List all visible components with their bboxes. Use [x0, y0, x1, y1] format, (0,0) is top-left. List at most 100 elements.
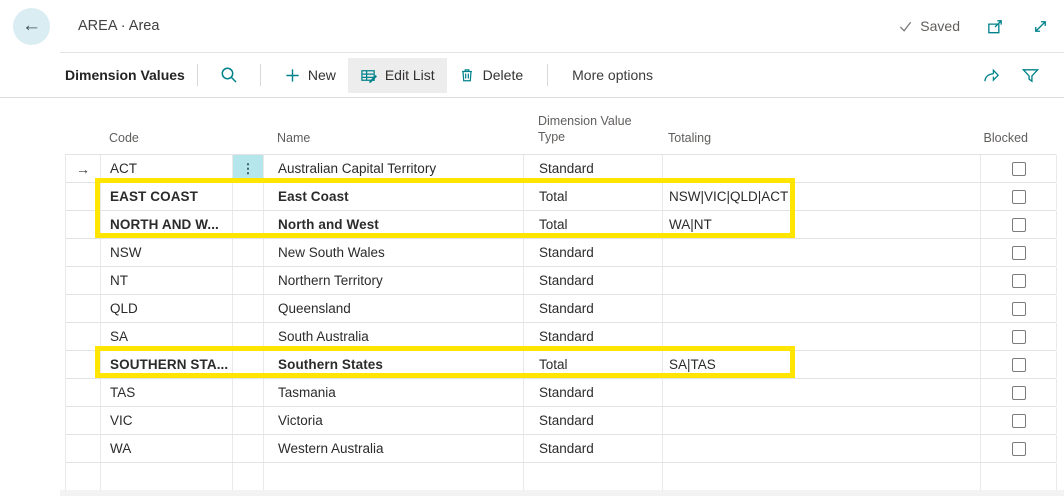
cell-name[interactable]: New South Wales [264, 239, 524, 266]
row-selector-cell[interactable] [66, 267, 101, 294]
row-selector-cell[interactable] [66, 379, 101, 406]
search-button[interactable] [210, 60, 248, 90]
more-options-button[interactable]: More options [560, 58, 665, 92]
cell-totaling[interactable] [663, 323, 981, 350]
cell-totaling[interactable] [663, 379, 981, 406]
cell-code[interactable] [101, 463, 233, 490]
row-selector-cell[interactable]: → [66, 155, 101, 182]
cell-dimension-value-type[interactable]: Standard [524, 295, 663, 322]
table-row[interactable]: NT Northern Territory Standard [66, 267, 1056, 295]
blocked-checkbox[interactable] [1012, 162, 1026, 176]
expand-page-icon[interactable] [1031, 17, 1050, 36]
row-selector-cell[interactable] [66, 211, 101, 238]
table-row[interactable]: EAST COAST East Coast Total NSW|VIC|QLD|… [66, 183, 1056, 211]
row-menu-cell[interactable] [233, 435, 264, 462]
blocked-checkbox[interactable] [1012, 358, 1026, 372]
table-row[interactable]: VIC Victoria Standard [66, 407, 1056, 435]
cell-dimension-value-type[interactable]: Standard [524, 267, 663, 294]
blocked-checkbox[interactable] [1012, 414, 1026, 428]
cell-totaling[interactable] [663, 463, 981, 490]
blocked-checkbox[interactable] [1012, 302, 1026, 316]
cell-dimension-value-type[interactable]: Total [524, 211, 663, 238]
cell-dimension-value-type[interactable]: Standard [524, 155, 663, 182]
row-selector-cell[interactable] [66, 407, 101, 434]
cell-dimension-value-type[interactable]: Standard [524, 407, 663, 434]
row-selector-cell[interactable] [66, 295, 101, 322]
row-menu-cell[interactable] [233, 295, 264, 322]
cell-dimension-value-type[interactable]: Standard [524, 379, 663, 406]
blocked-checkbox[interactable] [1012, 218, 1026, 232]
row-menu-cell[interactable] [233, 379, 264, 406]
cell-totaling[interactable] [663, 407, 981, 434]
edit-list-button[interactable]: Edit List [348, 58, 447, 93]
cell-code[interactable]: ACT [101, 155, 233, 182]
cell-dimension-value-type[interactable]: Standard [524, 239, 663, 266]
table-row[interactable]: QLD Queensland Standard [66, 295, 1056, 323]
row-selector-cell[interactable] [66, 323, 101, 350]
cell-name[interactable]: Southern States [264, 351, 524, 378]
cell-code[interactable]: NORTH AND W... [101, 211, 233, 238]
cell-totaling[interactable]: WA|NT [663, 211, 981, 238]
row-selector-cell[interactable] [66, 183, 101, 210]
cell-code[interactable]: SA [101, 323, 233, 350]
row-menu-cell[interactable] [233, 407, 264, 434]
column-header-code[interactable]: Code [100, 131, 232, 145]
row-selector-cell[interactable] [66, 435, 101, 462]
row-selector-cell[interactable] [66, 239, 101, 266]
row-menu-cell[interactable] [233, 183, 264, 210]
cell-totaling[interactable] [663, 267, 981, 294]
cell-name[interactable]: Queensland [264, 295, 524, 322]
cell-totaling[interactable] [663, 155, 981, 182]
blocked-checkbox[interactable] [1012, 274, 1026, 288]
row-menu-cell[interactable] [233, 267, 264, 294]
filter-button[interactable] [1011, 60, 1050, 91]
cell-totaling[interactable]: NSW|VIC|QLD|ACT [663, 183, 981, 210]
column-header-totaling[interactable]: Totaling [662, 131, 980, 145]
column-header-blocked[interactable]: Blocked [980, 131, 1056, 145]
cell-code[interactable]: QLD [101, 295, 233, 322]
column-header-name[interactable]: Name [263, 131, 523, 145]
cell-dimension-value-type[interactable]: Total [524, 183, 663, 210]
table-row[interactable] [66, 463, 1056, 491]
row-selector-cell[interactable] [66, 463, 101, 490]
cell-totaling[interactable] [663, 435, 981, 462]
cell-dimension-value-type[interactable]: Total [524, 351, 663, 378]
cell-dimension-value-type[interactable]: Standard [524, 323, 663, 350]
cell-name[interactable]: Tasmania [264, 379, 524, 406]
blocked-checkbox[interactable] [1012, 442, 1026, 456]
blocked-checkbox[interactable] [1012, 330, 1026, 344]
column-header-dimension-value-type[interactable]: Dimension Value Type [523, 113, 662, 146]
cell-totaling[interactable] [663, 295, 981, 322]
share-button[interactable] [972, 60, 1011, 91]
row-menu-cell[interactable] [233, 239, 264, 266]
row-menu-cell[interactable] [233, 463, 264, 490]
cell-code[interactable]: WA [101, 435, 233, 462]
table-row[interactable]: SA South Australia Standard [66, 323, 1056, 351]
row-menu-icon[interactable]: ⋮ [233, 155, 264, 182]
blocked-checkbox[interactable] [1012, 386, 1026, 400]
row-selector-cell[interactable] [66, 351, 101, 378]
delete-button[interactable]: Delete [447, 58, 535, 92]
table-row[interactable]: WA Western Australia Standard [66, 435, 1056, 463]
table-row[interactable]: TAS Tasmania Standard [66, 379, 1056, 407]
cell-dimension-value-type[interactable]: Standard [524, 435, 663, 462]
cell-name[interactable]: Northern Territory [264, 267, 524, 294]
cell-code[interactable]: SOUTHERN STA... [101, 351, 233, 378]
cell-totaling[interactable] [663, 239, 981, 266]
cell-code[interactable]: NSW [101, 239, 233, 266]
cell-code[interactable]: TAS [101, 379, 233, 406]
cell-name[interactable]: Western Australia [264, 435, 524, 462]
cell-name[interactable]: East Coast [264, 183, 524, 210]
row-menu-cell[interactable] [233, 211, 264, 238]
cell-name[interactable]: Victoria [264, 407, 524, 434]
cell-name[interactable]: Australian Capital Territory [264, 155, 524, 182]
cell-totaling[interactable]: SA|TAS [663, 351, 981, 378]
cell-dimension-value-type[interactable] [524, 463, 663, 490]
cell-name[interactable] [264, 463, 524, 490]
new-button[interactable]: New [273, 58, 348, 92]
cell-code[interactable]: VIC [101, 407, 233, 434]
open-in-new-window-icon[interactable] [986, 17, 1005, 36]
cell-name[interactable]: North and West [264, 211, 524, 238]
cell-name[interactable]: South Australia [264, 323, 524, 350]
table-row[interactable]: SOUTHERN STA... Southern States Total SA… [66, 351, 1056, 379]
